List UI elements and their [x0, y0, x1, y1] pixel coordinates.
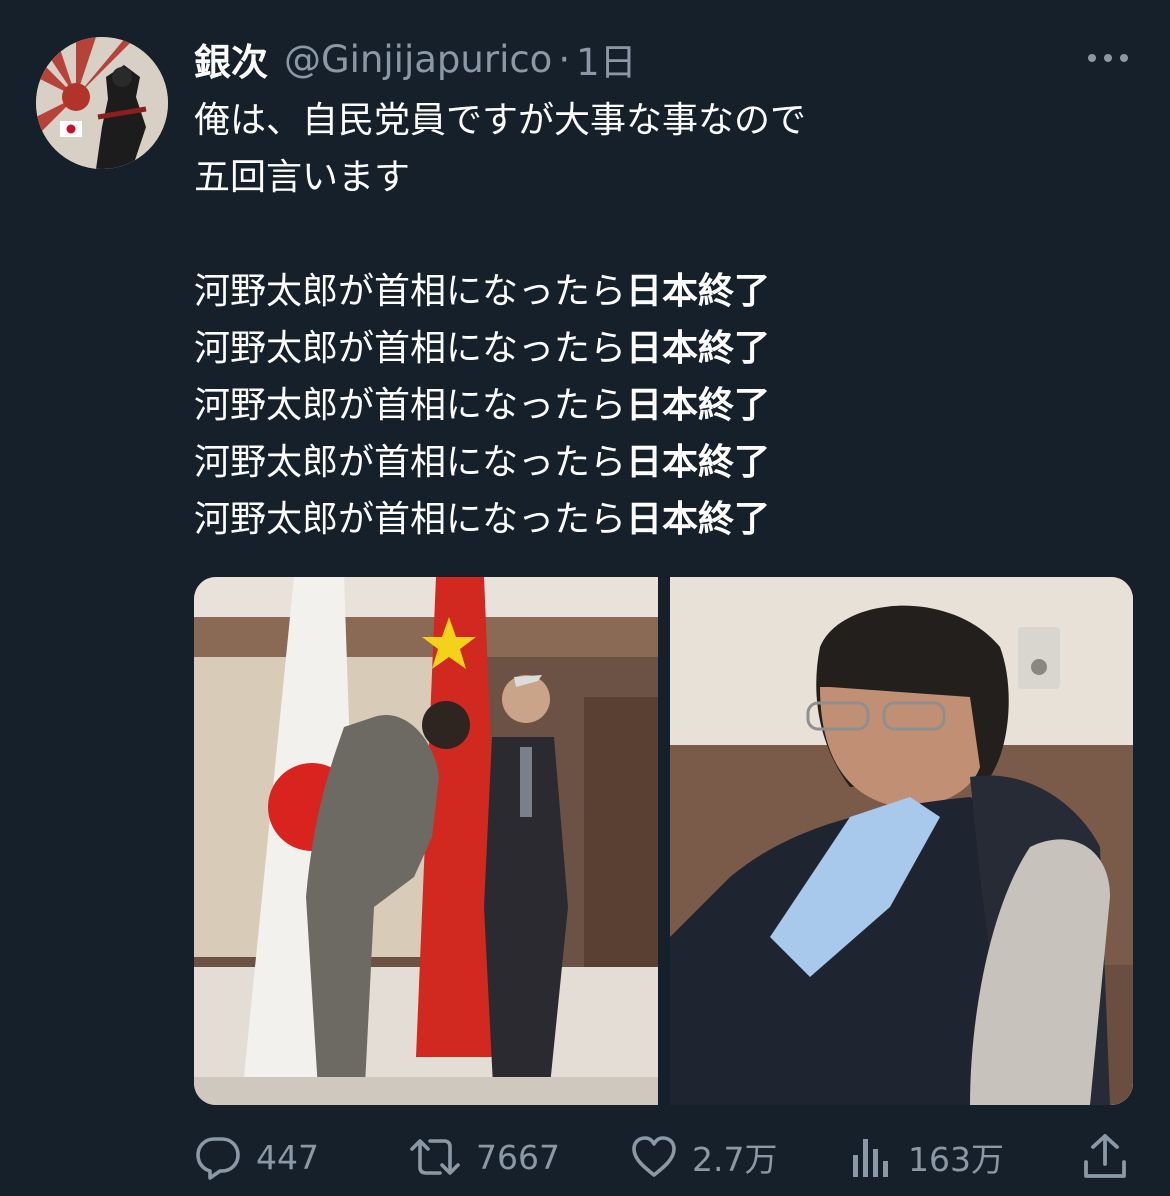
media-photo-left[interactable]: [194, 577, 658, 1105]
repeat-line-normal: 河野太郎が首相になったら: [194, 328, 627, 369]
repeat-line-bold: 日本終了: [626, 271, 771, 312]
media-photo-right[interactable]: [670, 577, 1133, 1105]
header-separator: ·: [558, 37, 571, 81]
repeat-line-normal: 河野太郎が首相になったら: [194, 499, 627, 540]
repeat-line: 河野太郎が首相になったら日本終了: [194, 263, 1094, 320]
reply-count: 447: [256, 1137, 319, 1177]
like-count: 2.7万: [692, 1140, 778, 1179]
repeat-line-normal: 河野太郎が首相になったら: [194, 385, 627, 426]
reply-button[interactable]: 447: [194, 1128, 319, 1186]
action-bar: 447 7667 2.7万 163万: [194, 1128, 1134, 1186]
repeat-line-bold: 日本終了: [626, 385, 771, 426]
user-handle[interactable]: @Ginjijapurico: [284, 38, 552, 81]
repeat-line-normal: 河野太郎が首相になったら: [194, 271, 627, 312]
more-button[interactable]: [1080, 40, 1136, 76]
repeat-line: 河野太郎が首相になったら日本終了: [194, 491, 1094, 548]
tweet-text: 俺は、自民党員ですが大事な事なので 五回言います 河野太郎が首相になったら日本終…: [194, 92, 1094, 548]
views-button[interactable]: 163万: [850, 1128, 1004, 1186]
views-count: 163万: [908, 1140, 1004, 1179]
reply-icon: [196, 1137, 240, 1180]
display-name[interactable]: 銀次: [194, 32, 268, 86]
share-icon: [1084, 1134, 1126, 1178]
repeat-line-bold: 日本終了: [626, 328, 771, 369]
repeat-line: 河野太郎が首相になったら日本終了: [194, 434, 1094, 491]
repeat-line: 河野太郎が首相になったら日本終了: [194, 377, 1094, 434]
heart-icon: [632, 1136, 676, 1177]
photo-man-in-chair: [670, 577, 1133, 1105]
like-button[interactable]: 2.7万: [630, 1128, 777, 1186]
photo-flags-handshake: [194, 577, 658, 1105]
more-horizontal-icon: [1088, 54, 1128, 62]
retweet-count: 7667: [476, 1137, 560, 1177]
avatar-image: [36, 37, 168, 169]
tweet-text-line: 俺は、自民党員ですが大事な事なので: [194, 100, 807, 141]
repeat-line: 河野太郎が首相になったら日本終了: [194, 320, 1094, 377]
avatar[interactable]: [36, 37, 168, 169]
tweet-timestamp[interactable]: 1日: [576, 32, 637, 86]
repeat-line-bold: 日本終了: [626, 442, 771, 483]
share-button[interactable]: [1082, 1128, 1128, 1186]
views-icon: [853, 1139, 888, 1177]
repeat-line-normal: 河野太郎が首相になったら: [194, 442, 627, 483]
tweet-header: 銀次 @Ginjijapurico · 1日: [194, 36, 637, 85]
retweet-button[interactable]: 7667: [408, 1128, 560, 1186]
retweet-icon: [410, 1139, 460, 1175]
tweet-media: [194, 577, 1133, 1105]
tweet-text-line: 五回言います: [194, 157, 411, 198]
repeat-line-bold: 日本終了: [626, 499, 771, 540]
